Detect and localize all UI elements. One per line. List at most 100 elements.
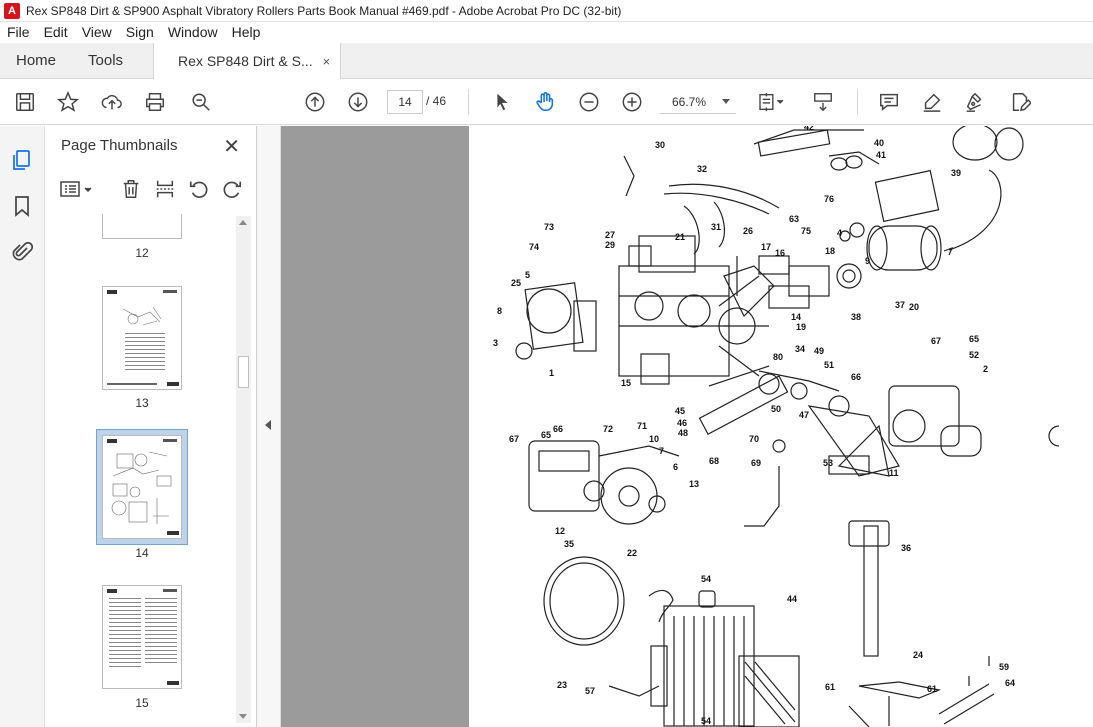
part-number-callout: 1 (549, 368, 554, 378)
tab-close-icon[interactable]: × (323, 54, 331, 69)
thumbnail-options-icon[interactable] (59, 178, 95, 200)
bookmark-star-icon[interactable] (55, 89, 81, 115)
save-icon[interactable] (12, 89, 38, 115)
part-number-callout: 11 (889, 468, 899, 478)
part-number-callout: 48 (678, 428, 688, 438)
part-number-callout: 20 (909, 302, 919, 312)
part-number-callout: 68 (709, 456, 719, 466)
hand-tool-icon[interactable] (532, 89, 558, 115)
page-total: / 46 (426, 94, 447, 108)
part-number-callout: 14 (791, 312, 801, 322)
scroll-down-arrow-icon[interactable] (239, 714, 247, 719)
part-number-callout: 46 (677, 418, 687, 428)
tab-document[interactable]: Rex SP848 Dirt & S... × (153, 43, 342, 79)
edit-pdf-icon[interactable] (1007, 89, 1033, 115)
scroll-mode-icon[interactable] (810, 89, 836, 115)
insert-page-icon[interactable] (154, 178, 176, 200)
toolbar: 14 / 46 66.7% (0, 79, 1093, 125)
part-number-callout: 26 (743, 226, 753, 236)
delete-page-trash-icon[interactable] (120, 178, 142, 200)
part-number-callout: 17 (761, 242, 771, 252)
page-number-input[interactable]: 14 (387, 90, 423, 114)
collapse-arrow-icon[interactable] (265, 420, 271, 430)
acrobat-logo-icon: A (4, 2, 20, 19)
menu-view[interactable]: View (75, 22, 119, 43)
part-number-callout: 64 (1005, 678, 1015, 688)
part-number-callout: 66 (553, 424, 563, 434)
part-number-callout: 27 (605, 230, 615, 240)
highlight-pen-icon[interactable] (919, 89, 945, 115)
zoom-search-icon[interactable] (188, 89, 214, 115)
tab-tools[interactable]: Tools (72, 43, 139, 78)
pdf-page[interactable]: 30 32 42 40 41 39 73 74 27 29 21 31 63 75 76 4 5 25 26 17 16… (469, 126, 1093, 727)
part-number-callout: 49 (814, 346, 824, 356)
scrollbar-thumb[interactable] (238, 356, 249, 388)
zoom-in-icon[interactable] (619, 89, 645, 115)
part-number-callout: 80 (773, 352, 783, 362)
part-number-callout: 37 (895, 300, 905, 310)
part-number-callout: 9 (865, 256, 870, 266)
select-cursor-icon[interactable] (489, 89, 515, 115)
panel-collapse-strip[interactable] (257, 126, 281, 727)
part-number-callout: 41 (876, 150, 886, 160)
part-number-callout: 66 (851, 372, 861, 382)
part-number-callout: 29 (605, 240, 615, 250)
part-number-callout: 65 (969, 334, 979, 344)
part-number-callout: 50 (771, 404, 781, 414)
part-number-callout: 15 (621, 378, 631, 388)
part-number-callout: 74 (529, 242, 539, 252)
rotate-clockwise-icon[interactable] (221, 178, 243, 200)
zoom-level-value: 66.7% (672, 94, 707, 109)
zoom-level-dropdown[interactable]: 66.7% (660, 90, 736, 114)
part-number-callout: 21 (675, 232, 685, 242)
tab-document-label: Rex SP848 Dirt & S... (178, 53, 313, 69)
part-number-callout: 67 (931, 336, 941, 346)
part-number-callout: 5 (525, 270, 530, 280)
thumbnail-toolbar (45, 170, 257, 206)
thumbnail-page-12[interactable] (102, 214, 182, 239)
panel-title: Page Thumbnails (61, 137, 178, 154)
fill-sign-icon[interactable] (962, 89, 988, 115)
part-number-callout: 40 (874, 138, 884, 148)
thumbnail-label: 15 (135, 696, 149, 710)
document-view: 30 32 42 40 41 39 73 74 27 29 21 31 63 75 76 4 5 25 26 17 16… (281, 126, 1093, 727)
thumbnail-page-14[interactable] (102, 435, 182, 539)
page-thumbnails-icon[interactable] (10, 148, 34, 172)
upload-cloud-icon[interactable] (99, 89, 125, 115)
part-number-callout: 54 (701, 716, 711, 726)
part-number-callout: 47 (799, 410, 809, 420)
menu-file[interactable]: File (0, 22, 37, 43)
comment-icon[interactable] (876, 89, 902, 115)
part-number-callout: 24 (913, 650, 923, 660)
panel-close-icon[interactable]: ✕ (223, 134, 240, 159)
menu-help[interactable]: Help (225, 22, 268, 43)
attachments-paperclip-icon[interactable] (10, 240, 34, 264)
part-number-callout: 57 (585, 686, 595, 696)
rotate-counterclockwise-icon[interactable] (188, 178, 210, 200)
part-number-callout: 51 (824, 360, 834, 370)
next-page-icon[interactable] (345, 89, 371, 115)
part-number-callout: 72 (603, 424, 613, 434)
previous-page-icon[interactable] (302, 89, 328, 115)
thumbnail-scrollbar[interactable] (236, 216, 251, 723)
bookmarks-icon[interactable] (10, 194, 34, 218)
part-number-callout: 52 (969, 350, 979, 360)
page-fit-icon[interactable] (754, 89, 788, 115)
thumbnail-page-15[interactable] (102, 585, 182, 689)
thumbnail-page-13[interactable] (102, 286, 182, 390)
part-number-callout: 23 (557, 680, 567, 690)
zoom-out-icon[interactable] (576, 89, 602, 115)
tab-home[interactable]: Home (0, 43, 72, 78)
menu-window[interactable]: Window (161, 22, 225, 43)
scroll-up-arrow-icon[interactable] (239, 220, 247, 225)
part-number-callout: 22 (627, 548, 637, 558)
tab-bar: Home Tools Rex SP848 Dirt & S... × (0, 43, 1093, 79)
title-bar: A Rex SP848 Dirt & SP900 Asphalt Vibrato… (0, 0, 1093, 22)
menu-edit[interactable]: Edit (37, 22, 75, 43)
part-number-callout: 6 (673, 462, 678, 472)
print-icon[interactable] (142, 89, 168, 115)
thumbnail-label: 12 (135, 246, 149, 260)
part-number-callout: 73 (544, 222, 554, 232)
menu-sign[interactable]: Sign (119, 22, 161, 43)
part-number-callout: 30 (655, 140, 665, 150)
